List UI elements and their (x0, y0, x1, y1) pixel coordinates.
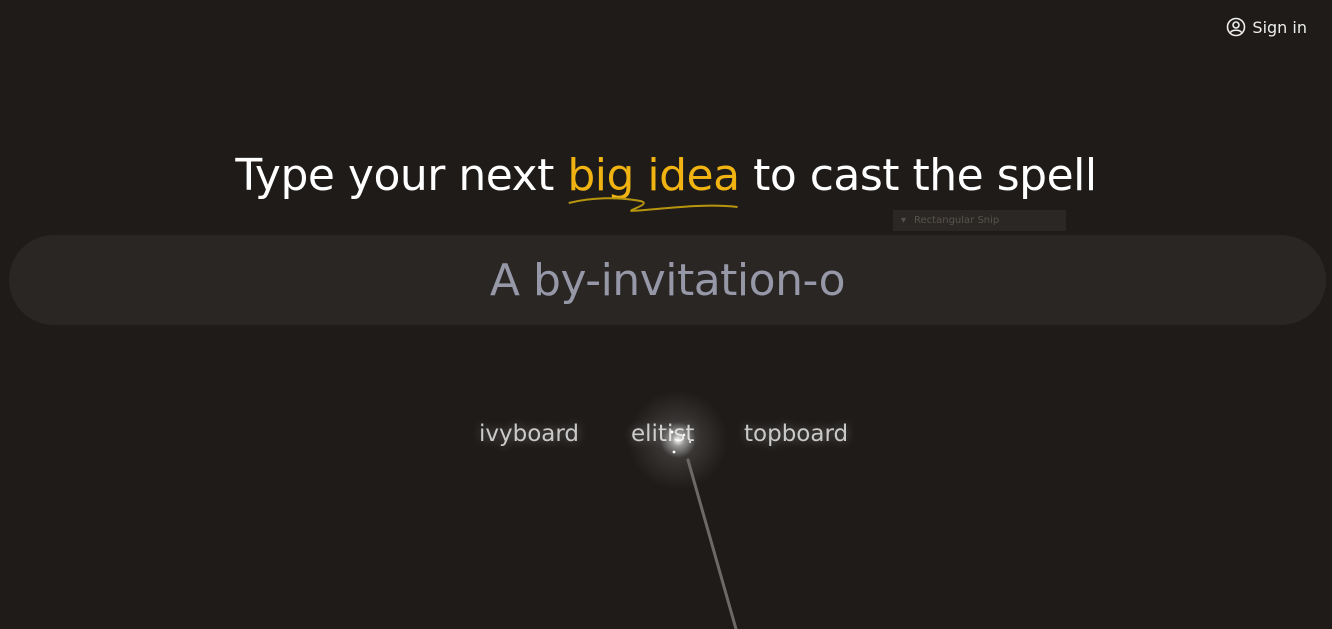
sign-in-button[interactable]: Sign in (1226, 17, 1307, 37)
page: Sign in Type your next big idea to cast … (0, 0, 1332, 629)
suggestion-item[interactable]: topboard (744, 421, 848, 447)
suggestion-list: ivyboard elitist topboard (0, 421, 1332, 455)
suggestion-item[interactable]: elitist (631, 421, 694, 447)
hero-title-highlight-wrap: big idea (567, 150, 740, 213)
idea-input-container (9, 234, 1326, 326)
snip-icon: ▾ (901, 215, 907, 226)
hero-title-before: Type your next (235, 150, 568, 201)
hero-title-after: to cast the spell (739, 150, 1097, 201)
snip-label: Rectangular Snip (914, 215, 1000, 226)
hero-title-highlight: big idea (567, 150, 740, 201)
snip-overlay: ▾ Rectangular Snip (893, 210, 1066, 231)
user-circle-icon (1226, 17, 1246, 37)
hero-title: Type your next big idea to cast the spel… (0, 150, 1332, 213)
suggestion-item[interactable]: ivyboard (479, 421, 579, 447)
idea-input[interactable] (9, 234, 1326, 326)
sign-in-label: Sign in (1252, 17, 1307, 37)
